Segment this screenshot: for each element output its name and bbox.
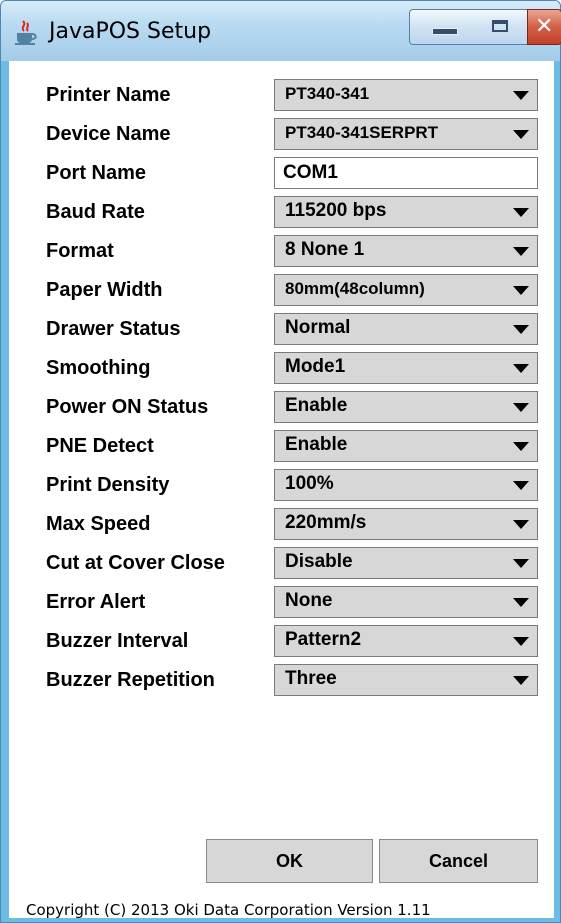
dropdown-arrow-icon (513, 130, 529, 139)
javapos-setup-window: JavaPOS Setup ✕ Printer Name PT340-341 D… (0, 0, 561, 923)
row-baud-rate: Baud Rate 115200 bps (9, 194, 554, 230)
drawer-status-value: Normal (285, 317, 351, 338)
window-title: JavaPOS Setup (49, 19, 212, 44)
cancel-button[interactable]: Cancel (379, 839, 538, 883)
row-cut-at-cover-close: Cut at Cover Close Disable (9, 545, 554, 581)
dropdown-arrow-icon (513, 442, 529, 451)
row-pne-detect: PNE Detect Enable (9, 428, 554, 464)
dropdown-arrow-icon (513, 208, 529, 217)
printer-name-select[interactable]: PT340-341 (274, 79, 538, 111)
row-drawer-status: Drawer Status Normal (9, 311, 554, 347)
maximize-icon (492, 20, 508, 32)
cut-at-cover-close-label: Cut at Cover Close (46, 552, 225, 574)
copyright-text: Copyright (C) 2013 Oki Data Corporation … (26, 901, 431, 919)
cut-at-cover-close-select[interactable]: Disable (274, 547, 538, 579)
buzzer-repetition-label: Buzzer Repetition (46, 669, 215, 691)
max-speed-label: Max Speed (46, 513, 151, 535)
row-printer-name: Printer Name PT340-341 (9, 77, 554, 113)
smoothing-label: Smoothing (46, 357, 151, 379)
device-name-select[interactable]: PT340-341SERPRT (274, 118, 538, 150)
row-paper-width: Paper Width 80mm(48column) (9, 272, 554, 308)
dropdown-arrow-icon (513, 325, 529, 334)
paper-width-value: 80mm(48column) (285, 279, 425, 298)
buzzer-interval-value: Pattern2 (285, 629, 362, 650)
row-power-on-status: Power ON Status Enable (9, 389, 554, 425)
format-select[interactable]: 8 None 1 (274, 235, 538, 267)
dropdown-arrow-icon (513, 559, 529, 568)
buzzer-interval-label: Buzzer Interval (46, 630, 189, 652)
port-name-label: Port Name (46, 162, 147, 184)
dropdown-arrow-icon (513, 247, 529, 256)
minimize-icon (432, 28, 458, 35)
smoothing-value: Mode1 (285, 356, 346, 377)
device-name-label: Device Name (46, 123, 171, 145)
minimize-button[interactable] (409, 9, 477, 45)
error-alert-select[interactable]: None (274, 586, 538, 618)
paper-width-label: Paper Width (46, 279, 163, 301)
row-error-alert: Error Alert None (9, 584, 554, 620)
dropdown-arrow-icon (513, 481, 529, 490)
pne-detect-value: Enable (285, 434, 348, 455)
baud-rate-select[interactable]: 115200 bps (274, 196, 538, 228)
format-label: Format (46, 240, 114, 262)
row-port-name: Port Name (9, 155, 554, 191)
dropdown-arrow-icon (513, 286, 529, 295)
dropdown-arrow-icon (513, 520, 529, 529)
buzzer-interval-select[interactable]: Pattern2 (274, 625, 538, 657)
baud-rate-label: Baud Rate (46, 201, 145, 223)
paper-width-select[interactable]: 80mm(48column) (274, 274, 538, 306)
cut-at-cover-close-value: Disable (285, 551, 353, 572)
dropdown-arrow-icon (513, 676, 529, 685)
dropdown-arrow-icon (513, 364, 529, 373)
ok-button[interactable]: OK (206, 839, 373, 883)
drawer-status-label: Drawer Status (46, 318, 181, 340)
java-icon (15, 20, 37, 45)
dropdown-arrow-icon (513, 637, 529, 646)
row-format: Format 8 None 1 (9, 233, 554, 269)
power-on-status-label: Power ON Status (46, 396, 209, 418)
row-smoothing: Smoothing Mode1 (9, 350, 554, 386)
buzzer-repetition-value: Three (285, 668, 337, 689)
device-name-value: PT340-341SERPRT (285, 123, 439, 142)
error-alert-value: None (285, 590, 333, 611)
power-on-status-select[interactable]: Enable (274, 391, 538, 423)
buzzer-repetition-select[interactable]: Three (274, 664, 538, 696)
drawer-status-select[interactable]: Normal (274, 313, 538, 345)
port-name-field[interactable] (274, 157, 538, 189)
close-icon: ✕ (535, 14, 554, 39)
printer-name-value: PT340-341 (285, 84, 370, 103)
row-buzzer-repetition: Buzzer Repetition Three (9, 662, 554, 698)
format-value: 8 None 1 (285, 239, 365, 260)
row-print-density: Print Density 100% (9, 467, 554, 503)
dropdown-arrow-icon (513, 91, 529, 100)
max-speed-select[interactable]: 220mm/s (274, 508, 538, 540)
row-max-speed: Max Speed 220mm/s (9, 506, 554, 542)
row-buzzer-interval: Buzzer Interval Pattern2 (9, 623, 554, 659)
baud-rate-value: 115200 bps (285, 200, 387, 221)
dropdown-arrow-icon (513, 403, 529, 412)
row-device-name: Device Name PT340-341SERPRT (9, 116, 554, 152)
print-density-value: 100% (285, 473, 334, 494)
power-on-status-value: Enable (285, 395, 348, 416)
print-density-select[interactable]: 100% (274, 469, 538, 501)
settings-panel: Printer Name PT340-341 Device Name PT340… (9, 61, 554, 919)
smoothing-select[interactable]: Mode1 (274, 352, 538, 384)
error-alert-label: Error Alert (46, 591, 146, 613)
pne-detect-label: PNE Detect (46, 435, 154, 457)
close-button[interactable]: ✕ (527, 9, 561, 45)
max-speed-value: 220mm/s (285, 512, 367, 533)
maximize-button[interactable] (476, 9, 528, 45)
print-density-label: Print Density (46, 474, 170, 496)
dropdown-arrow-icon (513, 598, 529, 607)
title-bar[interactable]: JavaPOS Setup ✕ (1, 1, 561, 61)
printer-name-label: Printer Name (46, 84, 171, 106)
pne-detect-select[interactable]: Enable (274, 430, 538, 462)
